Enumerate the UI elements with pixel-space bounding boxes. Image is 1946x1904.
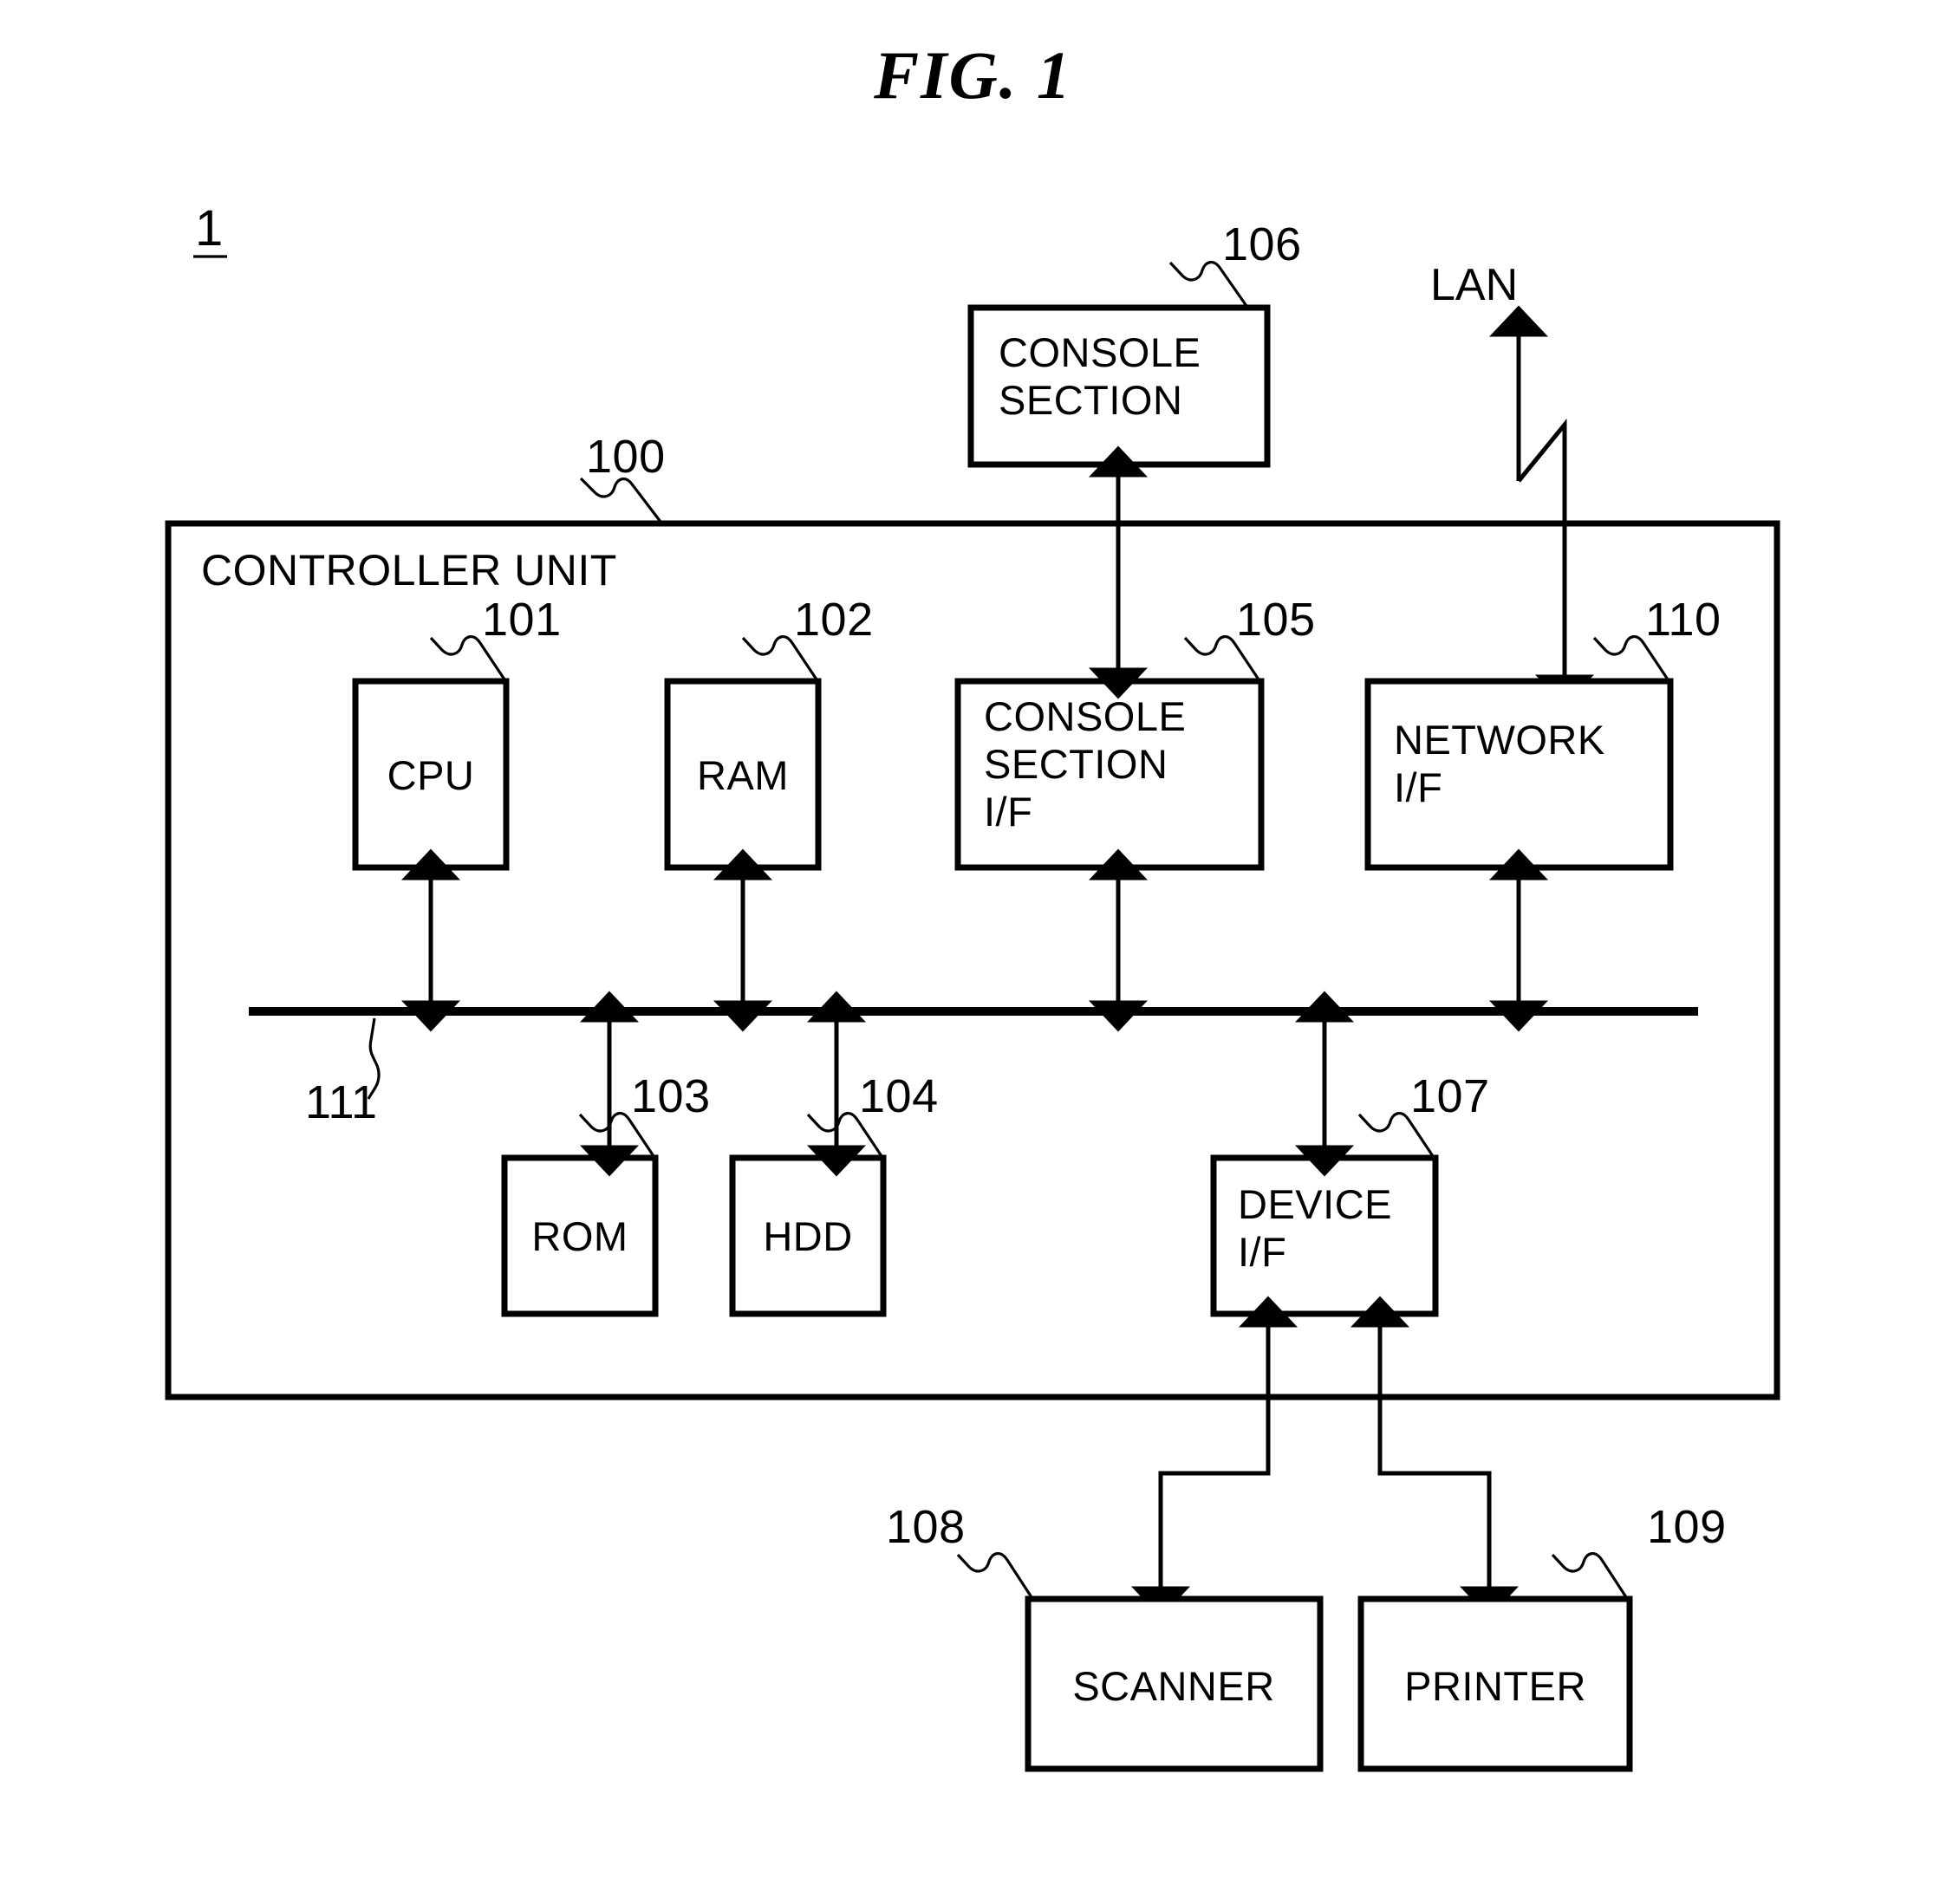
- figure-page: FIG. 1 1 CONTROLLER UNIT 100 CONSOLE SEC…: [0, 0, 1946, 1904]
- ref-number-101: 101: [482, 594, 562, 646]
- lead-line-109: [1551, 1552, 1628, 1598]
- controller-unit-label: CONTROLLER UNIT: [201, 546, 617, 595]
- lead-line-108: [956, 1552, 1033, 1598]
- ref-number-106: 106: [1222, 218, 1302, 270]
- scanner-label: SCANNER: [1072, 1663, 1274, 1709]
- rom-label: ROM: [531, 1213, 628, 1259]
- console-section-label-line1: CONSOLE: [999, 329, 1201, 375]
- console-section-if-label-line2: SECTION: [984, 741, 1168, 787]
- cpu-label: CPU: [387, 752, 475, 798]
- console-section-if-label-line3: I/F: [984, 789, 1032, 835]
- ref-number-111: 111: [305, 1076, 378, 1128]
- network-if-label-line2: I/F: [1394, 764, 1442, 810]
- controller-unit-box: [165, 520, 1780, 1400]
- device-if-label-line1: DEVICE: [1238, 1181, 1392, 1227]
- block-diagram: 1 CONTROLLER UNIT 100 CONSOLE SECTION 10…: [165, 200, 1780, 1772]
- ref-number-100: 100: [586, 431, 666, 483]
- ram-label: RAM: [697, 752, 789, 798]
- ref-number-105: 105: [1236, 594, 1316, 646]
- console-section-label-line2: SECTION: [999, 377, 1182, 423]
- device-if-label-line2: I/F: [1238, 1229, 1286, 1275]
- network-if-label-line1: NETWORK: [1394, 717, 1605, 763]
- ref-number-110: 110: [1645, 594, 1721, 646]
- system-reference-number: 1: [195, 200, 223, 257]
- ref-number-104: 104: [859, 1070, 939, 1122]
- ref-number-108: 108: [886, 1501, 966, 1553]
- ref-number-103: 103: [631, 1070, 711, 1122]
- hdd-label: HDD: [763, 1213, 852, 1259]
- console-section-if-label-line1: CONSOLE: [984, 693, 1186, 739]
- lan-label: LAN: [1430, 260, 1518, 310]
- lead-line-100: [579, 477, 662, 523]
- ref-number-109: 109: [1647, 1501, 1727, 1553]
- printer-label: PRINTER: [1404, 1663, 1586, 1709]
- ref-number-107: 107: [1410, 1070, 1490, 1122]
- ref-number-102: 102: [794, 594, 874, 646]
